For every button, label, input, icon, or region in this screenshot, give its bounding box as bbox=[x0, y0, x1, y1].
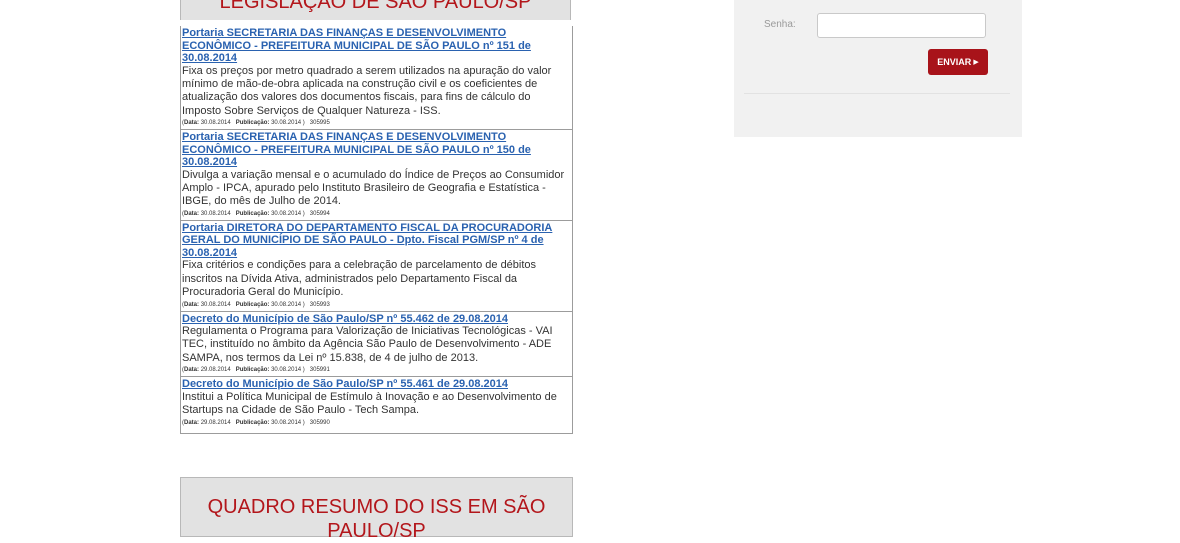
senha-label: Senha: bbox=[764, 19, 796, 30]
legislacao-link[interactable]: Portaria DIRETORA DO DEPARTAMENTO FISCAL… bbox=[182, 222, 571, 260]
arrow-right-icon: ▶ bbox=[973, 59, 979, 66]
list-item: Decreto do Município de São Paulo/SP nº … bbox=[181, 377, 572, 428]
legislacao-meta: (Data: 30.08.2014 Publicação: 30.08.2014… bbox=[182, 210, 330, 217]
legislacao-description: Fixa critérios e condições para a celebr… bbox=[182, 259, 537, 299]
legislacao-meta: (Data: 30.08.2014 Publicação: 30.08.2014… bbox=[182, 120, 330, 127]
list-item: Portaria DIRETORA DO DEPARTAMENTO FISCAL… bbox=[181, 221, 572, 312]
enviar-button[interactable]: ENVIAR ▶ bbox=[928, 49, 988, 75]
list-item: Portaria SECRETARIA DAS FINANÇAS E DESEN… bbox=[181, 130, 572, 221]
legislacao-description: Institui a Política Municipal de Estímul… bbox=[182, 390, 557, 417]
list-item: Decreto do Município de São Paulo/SP nº … bbox=[181, 312, 572, 378]
divider bbox=[744, 93, 1010, 94]
legislacao-link[interactable]: Portaria SECRETARIA DAS FINANÇAS E DESEN… bbox=[182, 131, 571, 169]
legislacao-description: Divulga a variação mensal e o acumulado … bbox=[182, 168, 565, 208]
enviar-label: ENVIAR bbox=[937, 57, 972, 67]
login-panel: Senha: ENVIAR ▶ bbox=[734, 0, 1022, 137]
legislacao-link[interactable]: Decreto do Município de São Paulo/SP nº … bbox=[182, 378, 571, 391]
senha-input[interactable] bbox=[817, 13, 986, 38]
legislacao-link[interactable]: Portaria SECRETARIA DAS FINANÇAS E DESEN… bbox=[182, 27, 571, 65]
legislacao-description: Fixa os preços por metro quadrado a sere… bbox=[182, 64, 552, 117]
legislacao-description: Regulamenta o Programa para Valorização … bbox=[182, 325, 553, 364]
quadro-resumo-header: QUADRO RESUMO DO ISS EM SÃO PAULO/SP bbox=[180, 477, 573, 542]
quadro-resumo-title: QUADRO RESUMO DO ISS EM SÃO PAULO/SP bbox=[207, 496, 546, 542]
legislacao-meta: (Data: 30.08.2014 Publicação: 30.08.2014… bbox=[182, 301, 330, 308]
list-item: Portaria SECRETARIA DAS FINANÇAS E DESEN… bbox=[181, 26, 572, 131]
legislacao-meta: (Data: 29.08.2014 Publicação: 30.08.2014… bbox=[182, 419, 330, 426]
legislacao-meta: (Data: 29.08.2014 Publicação: 30.08.2014… bbox=[182, 367, 330, 374]
legislacao-list: Portaria SECRETARIA DAS FINANÇAS E DESEN… bbox=[180, 26, 573, 434]
legislacao-header: LEGISLAÇÃO DE SÃO PAULO/SP bbox=[180, 0, 571, 20]
legislacao-link[interactable]: Decreto do Município de São Paulo/SP nº … bbox=[182, 313, 571, 326]
legislacao-title: LEGISLAÇÃO DE SÃO PAULO/SP bbox=[219, 0, 532, 13]
